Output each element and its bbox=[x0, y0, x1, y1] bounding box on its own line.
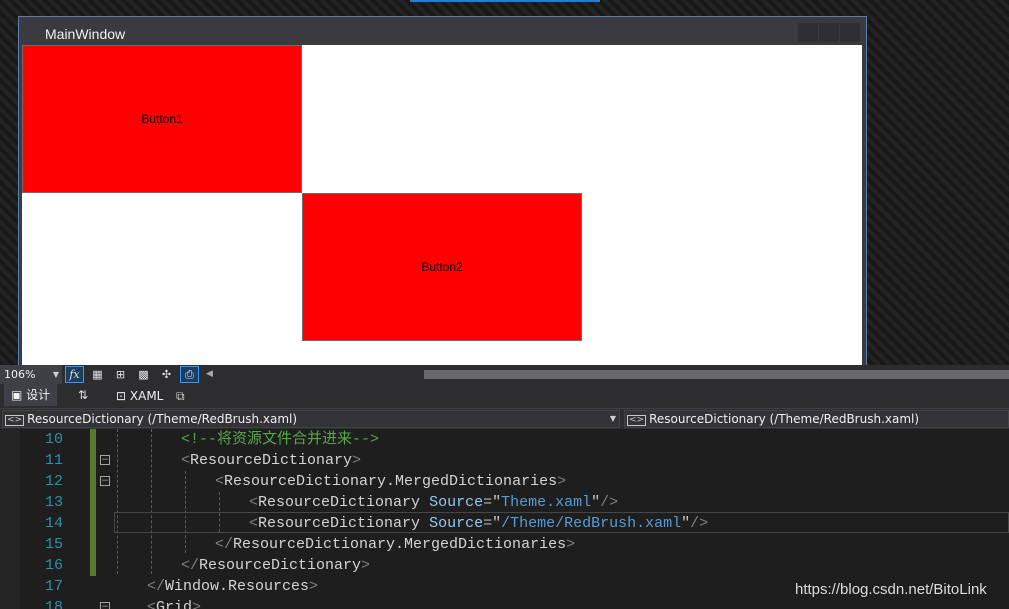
window-client-area: Button1 Button2 bbox=[22, 45, 862, 367]
member-dropdown[interactable]: <> ResourceDictionary (/Theme/RedBrush.xa… bbox=[624, 410, 1009, 428]
close-button[interactable] bbox=[840, 23, 860, 42]
zoom-dropdown[interactable]: 106% ▼ bbox=[0, 365, 62, 384]
tab-xaml-label: XAML bbox=[129, 389, 164, 403]
code-line-11: <ResourceDictionary> bbox=[181, 452, 362, 469]
swap-panes-icon[interactable]: ⇅ bbox=[78, 384, 88, 406]
code-line-13: <ResourceDictionary Source="Theme.xaml"/… bbox=[249, 494, 619, 511]
tab-design[interactable]: ▣ 设计 bbox=[4, 384, 58, 406]
member-dropdown-label: ResourceDictionary (/Theme/RedBrush.xaml… bbox=[649, 412, 920, 426]
zoom-value: 106% bbox=[4, 368, 36, 381]
line-number: 13 bbox=[44, 494, 63, 511]
popout-xaml-icon[interactable]: ⧉ bbox=[176, 384, 185, 408]
title-accent-line bbox=[410, 0, 600, 2]
watermark: https://blog.csdn.net/BitoLink bbox=[795, 581, 987, 598]
line-number: 16 bbox=[44, 557, 63, 574]
line-number: 15 bbox=[44, 536, 63, 553]
collapse-icon[interactable]: − bbox=[100, 602, 110, 609]
indent-guide bbox=[117, 429, 118, 574]
code-line-17: </Window.Resources> bbox=[147, 578, 319, 595]
xaml-view-icon: ⊡ bbox=[116, 389, 127, 403]
code-line-15: </ResourceDictionary.MergedDictionaries> bbox=[215, 536, 576, 553]
code-line-10: <!--将资源文件合并进来--> bbox=[181, 431, 380, 448]
window-title: MainWindow bbox=[45, 26, 126, 42]
button1[interactable]: Button1 bbox=[22, 45, 302, 193]
project-code-icon[interactable]: ⎙ bbox=[180, 366, 199, 383]
snap-grid-icon[interactable]: ⊞ bbox=[111, 366, 130, 383]
navigation-bar: <> ResourceDictionary (/Theme/RedBrush.xa… bbox=[0, 408, 1009, 429]
type-dropdown-label: ResourceDictionary (/Theme/RedBrush.xaml… bbox=[27, 412, 298, 426]
snap-to-lines-icon[interactable]: ✣ bbox=[157, 366, 176, 383]
view-tabs: ▣ 设计 ⇅ ⊡ XAML ⧉ bbox=[0, 384, 1009, 408]
line-number: 11 bbox=[44, 452, 63, 469]
tab-xaml[interactable]: ⊡ XAML bbox=[116, 384, 163, 408]
minimize-button[interactable] bbox=[798, 23, 818, 42]
code-line-12: <ResourceDictionary.MergedDictionaries> bbox=[215, 473, 567, 490]
artboard-background-icon[interactable]: ▩ bbox=[134, 366, 153, 383]
line-number: 14 bbox=[44, 515, 63, 532]
code-line-14: <ResourceDictionary Source="/Theme/RedBr… bbox=[249, 515, 709, 532]
designer-window: MainWindow Button1 Button2 bbox=[18, 16, 867, 368]
indent-guide bbox=[151, 429, 152, 574]
type-dropdown[interactable]: <> ResourceDictionary (/Theme/RedBrush.xa… bbox=[2, 410, 620, 428]
horizontal-scrollbar-thumb[interactable] bbox=[424, 370, 1009, 379]
change-tracking-bar bbox=[90, 429, 96, 576]
maximize-button[interactable] bbox=[819, 23, 839, 42]
fx-toggle-button[interactable]: fx bbox=[65, 366, 84, 383]
grid-icon[interactable]: ▦ bbox=[88, 366, 107, 383]
collapse-icon[interactable]: − bbox=[100, 455, 110, 465]
code-line-16: </ResourceDictionary> bbox=[181, 557, 371, 574]
line-number: 10 bbox=[44, 431, 63, 448]
chevron-down-icon: ▼ bbox=[609, 414, 616, 423]
code-line-18: <Grid> bbox=[147, 599, 202, 609]
editor-margin bbox=[0, 429, 20, 609]
tab-design-label: 设计 bbox=[26, 388, 51, 402]
line-number: 17 bbox=[44, 578, 63, 595]
line-number: 18 bbox=[44, 599, 63, 609]
chevron-down-icon: ▼ bbox=[52, 370, 59, 379]
button2[interactable]: Button2 bbox=[302, 193, 582, 341]
line-number: 12 bbox=[44, 473, 63, 490]
scroll-left-icon[interactable]: ◀ bbox=[206, 366, 213, 383]
collapse-icon[interactable]: − bbox=[100, 476, 110, 486]
xml-element-icon: <> bbox=[5, 415, 25, 426]
designer-toolbar: 106% ▼ fx ▦ ⊞ ▩ ✣ ⎙ ◀ bbox=[0, 365, 1009, 384]
xml-element-icon: <> bbox=[627, 415, 647, 426]
design-view-icon: ▣ bbox=[11, 388, 23, 402]
